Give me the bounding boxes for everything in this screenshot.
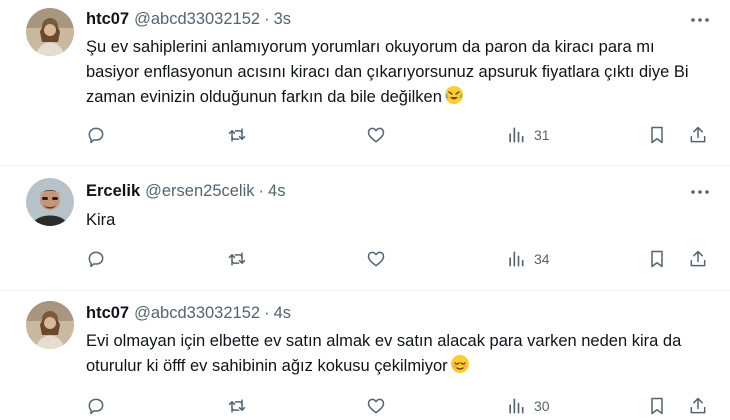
view-count: 30 <box>534 398 550 414</box>
share-button[interactable] <box>688 391 708 420</box>
like-icon <box>367 127 385 143</box>
tweet[interactable]: Ercelik @ersen25celik · 4s Kira 34 <box>0 166 730 290</box>
avatar[interactable] <box>26 8 74 56</box>
bookmark-button[interactable] <box>648 120 666 150</box>
like-button[interactable] <box>366 120 386 150</box>
display-name[interactable]: htc07 <box>86 304 129 323</box>
retweet-icon <box>228 128 246 142</box>
like-icon <box>367 398 385 414</box>
retweet-button[interactable] <box>226 120 248 150</box>
bookmark-button[interactable] <box>648 391 666 420</box>
reply-button[interactable] <box>86 120 106 150</box>
like-icon <box>367 251 385 267</box>
tweet-body: Kira <box>86 211 116 229</box>
bookmark-button[interactable] <box>648 244 666 274</box>
avatar[interactable] <box>26 301 74 349</box>
reply-icon <box>88 251 104 268</box>
views-icon <box>509 251 524 267</box>
user-handle[interactable]: @abcd33032152 <box>134 10 260 29</box>
views-button[interactable]: 30 <box>506 391 550 420</box>
views-icon <box>509 127 524 143</box>
display-name[interactable]: htc07 <box>86 10 129 29</box>
tweet-text: Evi olmayan için elbette ev satın almak … <box>86 329 706 382</box>
share-icon <box>690 250 706 267</box>
share-icon <box>690 397 706 414</box>
more-button[interactable] <box>688 8 712 32</box>
tweet-header: htc07 @abcd33032152 · 3s <box>86 8 291 30</box>
retweet-icon <box>228 399 246 413</box>
retweet-icon <box>228 252 246 266</box>
retweet-button[interactable] <box>226 391 248 420</box>
timestamp[interactable]: 3s <box>274 10 291 29</box>
reply-icon <box>88 398 104 415</box>
view-count: 31 <box>534 127 550 143</box>
timestamp[interactable]: 4s <box>268 182 285 201</box>
views-button[interactable]: 34 <box>506 244 550 274</box>
tweet-header: htc07 @abcd33032152 · 4s <box>86 302 291 324</box>
separator-dot: · <box>264 9 270 28</box>
tweet-actions: 30 <box>0 391 730 420</box>
tweet-text: Şu ev sahiplerini anlamıyorum yorumları … <box>86 35 706 113</box>
tweet-actions: 34 <box>0 244 730 274</box>
share-icon <box>690 126 706 143</box>
user-handle[interactable]: @ersen25celik <box>145 182 254 201</box>
more-button[interactable] <box>688 180 712 204</box>
reply-button[interactable] <box>86 244 106 274</box>
bookmark-icon <box>651 397 663 415</box>
bookmark-icon <box>651 250 663 268</box>
views-icon <box>509 398 524 414</box>
user-handle[interactable]: @abcd33032152 <box>134 304 260 323</box>
views-button[interactable]: 31 <box>506 120 550 150</box>
reply-button[interactable] <box>86 391 106 420</box>
view-count: 34 <box>534 251 550 267</box>
more-icon <box>691 190 709 194</box>
separator-dot: · <box>264 303 270 322</box>
share-button[interactable] <box>688 120 708 150</box>
reply-icon <box>88 127 104 144</box>
tweet-actions: 31 <box>0 120 730 150</box>
more-icon <box>691 18 709 22</box>
tweet-header: Ercelik @ersen25celik · 4s <box>86 180 285 202</box>
share-button[interactable] <box>688 244 708 274</box>
tweet-text: Kira <box>86 208 706 233</box>
like-button[interactable] <box>366 244 386 274</box>
tweet-body: Evi olmayan için elbette ev satın almak … <box>86 332 682 375</box>
relieved-face-emoji <box>450 354 470 382</box>
avatar[interactable] <box>26 178 74 226</box>
tweet-body: Şu ev sahiplerini anlamıyorum yorumları … <box>86 38 689 106</box>
retweet-button[interactable] <box>226 244 248 274</box>
display-name[interactable]: Ercelik <box>86 182 140 201</box>
bookmark-icon <box>651 126 663 144</box>
timestamp[interactable]: 4s <box>274 304 291 323</box>
tweet[interactable]: htc07 @abcd33032152 · 4s Evi olmayan içi… <box>0 291 730 420</box>
like-button[interactable] <box>366 391 386 420</box>
rolling-on-floor-laughing-emoji <box>444 85 464 113</box>
separator-dot: · <box>258 181 265 200</box>
tweet[interactable]: htc07 @abcd33032152 · 3s Şu ev sahipleri… <box>0 0 730 165</box>
